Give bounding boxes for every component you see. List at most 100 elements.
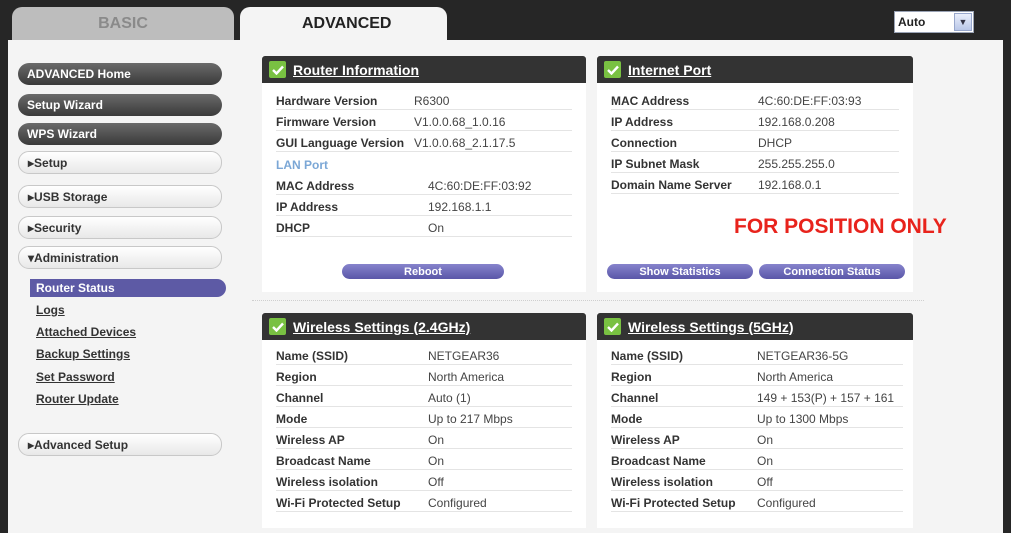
info-row: Wi-Fi Protected Setup Configured xyxy=(611,494,903,512)
sidebar-item-administration[interactable]: ▾Administration xyxy=(18,246,222,269)
info-value: On xyxy=(757,432,774,447)
info-row: Firmware Version V1.0.0.68_1.0.16 xyxy=(276,113,572,131)
info-value: North America xyxy=(428,369,505,384)
info-value: Configured xyxy=(757,495,816,510)
info-value: North America xyxy=(757,369,834,384)
info-value: NETGEAR36 xyxy=(428,348,500,363)
info-label: DHCP xyxy=(276,220,311,235)
info-row: Wireless isolation Off xyxy=(276,473,572,491)
info-label: Channel xyxy=(611,390,659,405)
info-label: Broadcast Name xyxy=(276,453,371,468)
info-label: IP Subnet Mask xyxy=(611,156,700,171)
info-row: Hardware Version R6300 xyxy=(276,92,572,110)
info-value: On xyxy=(428,453,445,468)
info-value: On xyxy=(428,432,445,447)
sidebar-item-security[interactable]: ▸Security xyxy=(18,216,222,239)
info-label: Broadcast Name xyxy=(611,453,706,468)
info-row: Mode Up to 1300 Mbps xyxy=(611,410,903,428)
info-label: Wi-Fi Protected Setup xyxy=(276,495,401,510)
info-value: 192.168.0.208 xyxy=(758,114,835,129)
info-label: Hardware Version xyxy=(276,93,378,108)
check-icon xyxy=(269,318,286,335)
info-value: 149 + 153(P) + 157 + 161 xyxy=(757,390,895,405)
info-row: Region North America xyxy=(276,368,572,386)
info-row: Channel 149 + 153(P) + 157 + 161 xyxy=(611,389,903,407)
router-information-header: Router Information xyxy=(262,56,586,83)
sidebar-item-setup-wizard[interactable]: Setup Wizard xyxy=(18,94,222,116)
info-row: Broadcast Name On xyxy=(276,452,572,470)
info-row: DHCP On xyxy=(276,219,572,237)
tab-advanced[interactable]: ADVANCED xyxy=(240,7,447,40)
sidebar-link-logs[interactable]: Logs xyxy=(36,303,65,317)
info-label: Channel xyxy=(276,390,324,405)
frame-left-border xyxy=(0,40,8,533)
info-label: MAC Address xyxy=(611,93,690,108)
info-label: IP Address xyxy=(611,114,674,129)
info-label: Firmware Version xyxy=(276,114,377,129)
internet-port-panel: Internet Port MAC Address 4C:60:DE:FF:03:… xyxy=(597,56,913,292)
info-row: Channel Auto (1) xyxy=(276,389,572,407)
sidebar-link-set-password[interactable]: Set Password xyxy=(36,370,115,384)
sidebar-item-usb-storage[interactable]: ▸USB Storage xyxy=(18,185,222,208)
info-value: 255.255.255.0 xyxy=(758,156,835,171)
sidebar-item-router-status[interactable]: Router Status xyxy=(30,279,226,297)
info-label: Wireless AP xyxy=(611,432,680,447)
info-value: DHCP xyxy=(758,135,793,150)
info-label: IP Address xyxy=(276,199,339,214)
info-value: V1.0.0.68_2.1.17.5 xyxy=(414,135,516,150)
reboot-button[interactable]: Reboot xyxy=(342,264,504,279)
sidebar-item-wps-wizard[interactable]: WPS Wizard xyxy=(18,123,222,145)
info-value: On xyxy=(757,453,774,468)
info-row: MAC Address 4C:60:DE:FF:03:93 xyxy=(611,92,899,110)
sidebar-link-attached-devices[interactable]: Attached Devices xyxy=(36,325,136,339)
info-label: Name (SSID) xyxy=(611,348,684,363)
info-label: Wi-Fi Protected Setup xyxy=(611,495,736,510)
info-row: Name (SSID) NETGEAR36-5G xyxy=(611,347,903,365)
sidebar-item-setup[interactable]: ▸Setup xyxy=(18,151,222,174)
sidebar-link-router-update[interactable]: Router Update xyxy=(36,392,119,406)
info-value: NETGEAR36-5G xyxy=(757,348,849,363)
info-row: Domain Name Server 192.168.0.1 xyxy=(611,176,899,194)
wireless-24ghz-panel: Wireless Settings (2.4GHz) Name (SSID) NE… xyxy=(262,313,586,528)
info-label: Name (SSID) xyxy=(276,348,349,363)
info-label: Region xyxy=(276,369,317,384)
info-value: On xyxy=(428,220,445,235)
info-value: Up to 1300 Mbps xyxy=(757,411,849,426)
info-row: Connection DHCP xyxy=(611,134,899,152)
info-value: V1.0.0.68_1.0.16 xyxy=(414,114,506,129)
sidebar-link-backup-settings[interactable]: Backup Settings xyxy=(36,347,130,361)
connection-status-button[interactable]: Connection Status xyxy=(759,264,905,279)
wireless-24ghz-header: Wireless Settings (2.4GHz) xyxy=(262,313,586,340)
wireless-24ghz-title[interactable]: Wireless Settings (2.4GHz) xyxy=(293,319,470,335)
info-label: Wireless AP xyxy=(276,432,345,447)
check-icon xyxy=(604,61,621,78)
info-label: Wireless isolation xyxy=(276,474,378,489)
chevron-down-icon[interactable]: ▼ xyxy=(954,13,972,31)
internet-port-title[interactable]: Internet Port xyxy=(628,62,711,78)
frame-right-border xyxy=(1003,40,1011,533)
info-row: Wi-Fi Protected Setup Configured xyxy=(276,494,572,512)
info-label: Region xyxy=(611,369,652,384)
info-row: IP Address 192.168.0.208 xyxy=(611,113,899,131)
info-value: 4C:60:DE:FF:03:93 xyxy=(758,93,862,108)
sidebar-item-advanced-setup[interactable]: ▸Advanced Setup xyxy=(18,433,222,456)
info-row: GUI Language Version V1.0.0.68_2.1.17.5 xyxy=(276,134,572,152)
tab-basic[interactable]: BASIC xyxy=(12,7,234,40)
info-row: MAC Address 4C:60:DE:FF:03:92 xyxy=(276,177,572,195)
show-statistics-button[interactable]: Show Statistics xyxy=(607,264,753,279)
info-label: Wireless isolation xyxy=(611,474,713,489)
wireless-5ghz-title[interactable]: Wireless Settings (5GHz) xyxy=(628,319,794,335)
wireless-5ghz-header: Wireless Settings (5GHz) xyxy=(597,313,913,340)
check-icon xyxy=(269,61,286,78)
info-value: Auto (1) xyxy=(428,390,471,405)
info-value: Off xyxy=(428,474,444,489)
language-select[interactable]: Auto ▼ xyxy=(894,11,974,33)
lan-port-heading: LAN Port xyxy=(276,158,328,172)
info-label: MAC Address xyxy=(276,178,355,193)
info-row: Wireless AP On xyxy=(611,431,903,449)
info-label: GUI Language Version xyxy=(276,135,405,150)
info-value: R6300 xyxy=(414,93,450,108)
router-information-title[interactable]: Router Information xyxy=(293,62,419,78)
info-row: Name (SSID) NETGEAR36 xyxy=(276,347,572,365)
sidebar-item-advanced-home[interactable]: ADVANCED Home xyxy=(18,63,222,85)
